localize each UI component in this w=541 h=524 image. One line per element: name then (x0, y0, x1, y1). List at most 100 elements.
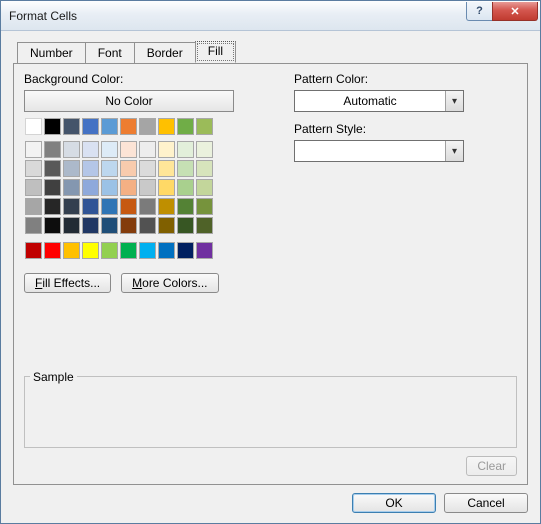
color-swatch[interactable] (120, 179, 137, 196)
color-swatch[interactable] (177, 179, 194, 196)
color-swatch[interactable] (177, 198, 194, 215)
sample-label: Sample (30, 370, 77, 384)
format-cells-dialog: Format Cells ? ✕ Number Font Border Fill… (0, 0, 541, 524)
color-swatch[interactable] (177, 217, 194, 234)
cancel-button[interactable]: Cancel (444, 493, 528, 513)
chevron-down-icon (445, 141, 463, 161)
color-swatch[interactable] (44, 141, 61, 158)
color-swatch[interactable] (158, 160, 175, 177)
color-swatch[interactable] (82, 242, 99, 259)
color-swatch[interactable] (177, 118, 194, 135)
color-swatch[interactable] (63, 118, 80, 135)
theme-color-row (25, 118, 254, 135)
color-swatch[interactable] (25, 179, 42, 196)
color-swatch[interactable] (44, 179, 61, 196)
no-color-button[interactable]: No Color (24, 90, 234, 112)
color-swatch[interactable] (139, 160, 156, 177)
color-swatch[interactable] (101, 198, 118, 215)
color-swatch[interactable] (120, 217, 137, 234)
color-swatch[interactable] (177, 242, 194, 259)
color-swatch[interactable] (25, 160, 42, 177)
color-swatch[interactable] (82, 141, 99, 158)
tab-font[interactable]: Font (85, 42, 135, 64)
tab-number[interactable]: Number (17, 42, 86, 64)
color-swatch[interactable] (139, 118, 156, 135)
sample-preview (24, 376, 517, 448)
pattern-color-value: Automatic (295, 94, 445, 108)
color-swatch[interactable] (177, 160, 194, 177)
color-swatch[interactable] (82, 198, 99, 215)
help-button[interactable]: ? (466, 2, 492, 21)
color-swatch[interactable] (44, 217, 61, 234)
titlebar: Format Cells ? ✕ (1, 1, 540, 31)
color-swatch[interactable] (82, 118, 99, 135)
tab-border[interactable]: Border (134, 42, 196, 64)
pattern-color-label: Pattern Color: (294, 72, 517, 86)
color-swatch[interactable] (101, 160, 118, 177)
color-swatch[interactable] (158, 179, 175, 196)
color-swatch[interactable] (196, 160, 213, 177)
color-swatch[interactable] (139, 242, 156, 259)
color-swatch[interactable] (25, 198, 42, 215)
theme-color-grid (25, 141, 254, 234)
color-swatch[interactable] (158, 217, 175, 234)
more-colors-button[interactable]: More Colors... (121, 273, 218, 293)
color-swatch[interactable] (101, 118, 118, 135)
color-swatch[interactable] (139, 141, 156, 158)
color-swatch[interactable] (120, 242, 137, 259)
color-swatch[interactable] (25, 242, 42, 259)
color-swatch[interactable] (25, 141, 42, 158)
pattern-color-dropdown[interactable]: Automatic (294, 90, 464, 112)
color-swatch[interactable] (158, 118, 175, 135)
pattern-style-dropdown[interactable] (294, 140, 464, 162)
color-swatch[interactable] (101, 179, 118, 196)
fill-effects-button[interactable]: Fill Effects... (24, 273, 111, 293)
color-swatch[interactable] (63, 160, 80, 177)
color-swatch[interactable] (177, 141, 194, 158)
color-swatch[interactable] (120, 198, 137, 215)
window-title: Format Cells (9, 9, 77, 23)
color-swatch[interactable] (120, 141, 137, 158)
dialog-body: Number Font Border Fill Background Color… (1, 31, 540, 523)
color-swatch[interactable] (196, 141, 213, 158)
tab-strip: Number Font Border Fill (17, 42, 528, 64)
color-swatch[interactable] (158, 141, 175, 158)
fill-pane: Background Color: No Color Fill Effects.… (13, 63, 528, 485)
color-swatch[interactable] (158, 242, 175, 259)
color-swatch[interactable] (196, 179, 213, 196)
clear-button[interactable]: Clear (466, 456, 517, 476)
color-swatch[interactable] (139, 217, 156, 234)
color-swatch[interactable] (196, 198, 213, 215)
color-swatch[interactable] (158, 198, 175, 215)
color-swatch[interactable] (82, 160, 99, 177)
color-swatch[interactable] (82, 179, 99, 196)
color-swatch[interactable] (139, 179, 156, 196)
color-swatch[interactable] (63, 217, 80, 234)
color-swatch[interactable] (82, 217, 99, 234)
close-button[interactable]: ✕ (492, 2, 538, 21)
color-swatch[interactable] (44, 160, 61, 177)
color-swatch[interactable] (44, 242, 61, 259)
color-swatch[interactable] (63, 179, 80, 196)
color-swatch[interactable] (101, 217, 118, 234)
color-swatch[interactable] (120, 160, 137, 177)
color-swatch[interactable] (101, 242, 118, 259)
standard-color-row (25, 242, 254, 259)
chevron-down-icon (445, 91, 463, 111)
color-swatch[interactable] (25, 118, 42, 135)
color-swatch[interactable] (44, 198, 61, 215)
color-swatch[interactable] (139, 198, 156, 215)
color-swatch[interactable] (196, 242, 213, 259)
color-swatch[interactable] (196, 217, 213, 234)
tab-fill[interactable]: Fill (195, 41, 236, 63)
background-color-label: Background Color: (24, 72, 254, 86)
color-swatch[interactable] (120, 118, 137, 135)
color-swatch[interactable] (101, 141, 118, 158)
ok-button[interactable]: OK (352, 493, 436, 513)
color-swatch[interactable] (63, 242, 80, 259)
color-swatch[interactable] (44, 118, 61, 135)
color-swatch[interactable] (63, 141, 80, 158)
color-swatch[interactable] (25, 217, 42, 234)
color-swatch[interactable] (63, 198, 80, 215)
color-swatch[interactable] (196, 118, 213, 135)
